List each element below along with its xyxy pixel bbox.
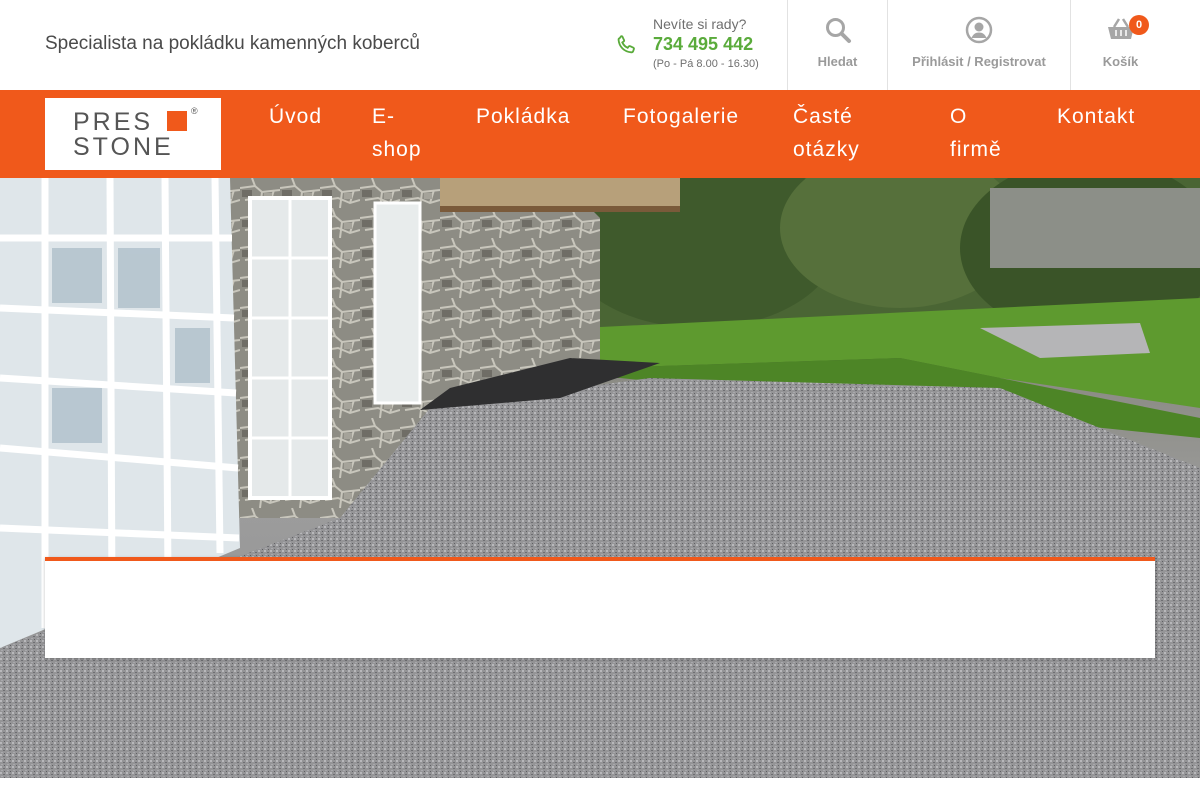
cart-label: Košík — [1102, 54, 1139, 69]
nav-item-eshop[interactable]: E- shop — [372, 100, 422, 166]
search-icon — [825, 18, 851, 43]
phone-hours: (Po - Pá 8.00 - 16.30) — [653, 58, 759, 70]
user-icon — [965, 16, 993, 44]
main-navigation: PRES ® STONE Úvod E- shop Pokládka Fotog… — [0, 90, 1200, 178]
nav-item-pokladka[interactable]: Pokládka — [476, 100, 570, 133]
nav-item-caste-otazky[interactable]: Časté otázky — [793, 100, 860, 166]
cart-button[interactable]: Košík — [1071, 0, 1170, 90]
top-bar: Specialista na pokládku kamenných koberc… — [0, 0, 1200, 90]
site-tagline: Specialista na pokládku kamenných koberc… — [45, 33, 420, 54]
phone-icon — [617, 35, 635, 54]
nav-item-o-firme[interactable]: O firmě — [950, 100, 1002, 166]
nav-item-uvod[interactable]: Úvod — [269, 100, 322, 133]
login-register-label: Přihlásit / Registrovat — [912, 54, 1046, 69]
nav-item-fotogalerie[interactable]: Fotogalerie — [623, 100, 739, 133]
hero-content-panel — [45, 557, 1155, 658]
logo-registered-mark: ® — [191, 106, 198, 116]
logo-text-line2: STONE — [73, 133, 174, 161]
search-label: Hledat — [817, 54, 858, 69]
logo-square-mark — [167, 111, 187, 131]
phone-contact: Nevíte si rady? 734 495 442 (Po - Pá 8.0… — [615, 14, 787, 78]
cart-count-badge: 0 — [1129, 15, 1149, 35]
nav-item-kontakt[interactable]: Kontakt — [1057, 100, 1135, 133]
search-button[interactable]: Hledat — [788, 0, 887, 90]
phone-number-link[interactable]: 734 495 442 — [653, 34, 753, 55]
presstone-logo[interactable]: PRES ® STONE — [45, 98, 221, 170]
hero-photo-illustration — [0, 178, 1200, 778]
login-register-button[interactable]: Přihlásit / Registrovat — [888, 0, 1070, 90]
hero-image — [0, 178, 1200, 778]
phone-question: Nevíte si rady? — [653, 16, 747, 32]
